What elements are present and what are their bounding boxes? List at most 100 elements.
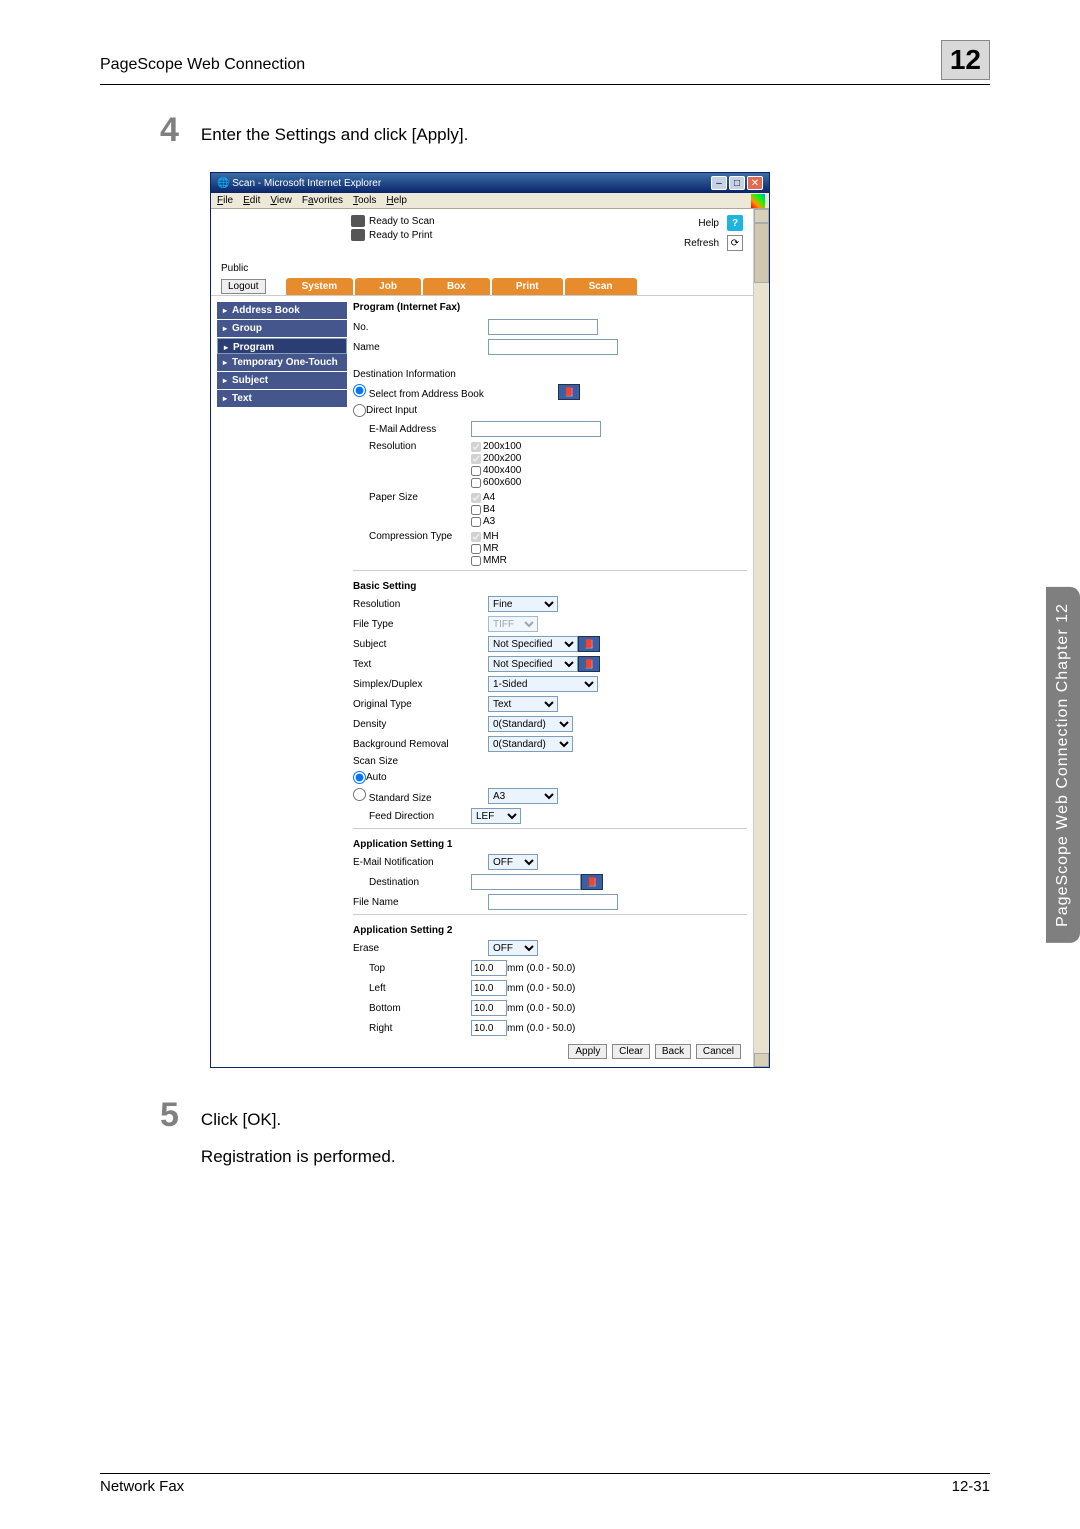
paper-a4[interactable] bbox=[471, 493, 481, 503]
sidebar-item-subject[interactable]: Subject bbox=[217, 372, 347, 390]
email-input[interactable] bbox=[471, 421, 601, 437]
feed-select[interactable]: LEF bbox=[471, 808, 521, 824]
sidebar-item-text[interactable]: Text bbox=[217, 390, 347, 408]
addressbook-icon[interactable]: 📕 bbox=[558, 384, 580, 400]
subject-select[interactable]: Not Specified bbox=[488, 636, 578, 652]
top-input[interactable] bbox=[471, 960, 507, 976]
footer-left: Network Fax bbox=[100, 1478, 184, 1495]
comp-label: Compression Type bbox=[353, 531, 471, 542]
name-input[interactable] bbox=[488, 339, 618, 355]
menu-edit[interactable]: Edit bbox=[243, 195, 260, 206]
scroll-up-icon[interactable] bbox=[754, 209, 769, 223]
bgremoval-select[interactable]: 0(Standard) bbox=[488, 736, 573, 752]
res-400x400[interactable] bbox=[471, 466, 481, 476]
menu-file[interactable]: File bbox=[217, 195, 233, 206]
res-200x100[interactable] bbox=[471, 442, 481, 452]
origtype-select[interactable]: Text bbox=[488, 696, 558, 712]
dest-info-label: Destination Information bbox=[353, 369, 747, 380]
cancel-button[interactable]: Cancel bbox=[696, 1044, 741, 1059]
minimize-icon[interactable]: – bbox=[711, 176, 727, 190]
back-button[interactable]: Back bbox=[655, 1044, 691, 1059]
printer-icon bbox=[351, 229, 365, 241]
sidebar-item-group[interactable]: Group bbox=[217, 320, 347, 338]
ready-scan-label: Ready to Scan bbox=[369, 216, 435, 227]
scroll-down-icon[interactable] bbox=[754, 1053, 769, 1067]
no-label: No. bbox=[353, 322, 488, 333]
tab-print[interactable]: Print bbox=[492, 278, 563, 295]
side-tab: PageScope Web Connection Chapter 12 bbox=[1046, 587, 1080, 943]
subject-book-icon[interactable]: 📕 bbox=[578, 636, 600, 652]
clear-button[interactable]: Clear bbox=[612, 1044, 650, 1059]
paper-b4[interactable] bbox=[471, 505, 481, 515]
chapter-number: 12 bbox=[941, 40, 990, 80]
scansize-std-radio[interactable] bbox=[353, 788, 366, 801]
text-book-icon[interactable]: 📕 bbox=[578, 656, 600, 672]
emailnotif-select[interactable]: OFF bbox=[488, 854, 538, 870]
sidebar-item-temporary[interactable]: Temporary One-Touch bbox=[217, 354, 347, 372]
sidebar-item-program[interactable]: Program bbox=[217, 338, 347, 354]
direct-input-radio[interactable] bbox=[353, 404, 366, 417]
res-200x200[interactable] bbox=[471, 454, 481, 464]
res-select[interactable]: Fine bbox=[488, 596, 558, 612]
dest-book-icon[interactable]: 📕 bbox=[581, 874, 603, 890]
window-title: 🌐 Scan - Microsoft Internet Explorer bbox=[217, 178, 381, 189]
no-input[interactable] bbox=[488, 319, 598, 335]
dest-input[interactable] bbox=[471, 874, 581, 890]
ready-print-label: Ready to Print bbox=[369, 230, 432, 241]
step-5-text: Click [OK]. bbox=[201, 1106, 396, 1133]
email-label: E-Mail Address bbox=[353, 424, 471, 435]
right-input[interactable] bbox=[471, 1020, 507, 1036]
comp-mmr[interactable] bbox=[471, 556, 481, 566]
simplex-select[interactable]: 1-Sided bbox=[488, 676, 598, 692]
stdsize-select[interactable]: A3 bbox=[488, 788, 558, 804]
step-4-text: Enter the Settings and click [Apply]. bbox=[201, 121, 468, 148]
close-icon[interactable]: ✕ bbox=[747, 176, 763, 190]
page-title: PageScope Web Connection bbox=[100, 56, 305, 74]
refresh-link[interactable]: Refresh bbox=[684, 238, 719, 249]
paper-a3[interactable] bbox=[471, 517, 481, 527]
scanner-icon bbox=[351, 215, 365, 227]
ie-window: 🌐 Scan - Microsoft Internet Explorer – □… bbox=[210, 172, 770, 1068]
sidebar-item-address-book[interactable]: Address Book bbox=[217, 302, 347, 320]
apply-button[interactable]: Apply bbox=[568, 1044, 607, 1059]
tab-box[interactable]: Box bbox=[423, 278, 490, 295]
tab-job[interactable]: Job bbox=[355, 278, 421, 295]
logout-button[interactable]: Logout bbox=[221, 279, 266, 294]
menu-tools[interactable]: Tools bbox=[353, 195, 376, 206]
paper-label: Paper Size bbox=[353, 492, 471, 503]
resolution-label: Resolution bbox=[353, 441, 471, 452]
bottom-input[interactable] bbox=[471, 1000, 507, 1016]
app1-header: Application Setting 1 bbox=[353, 839, 747, 850]
step-5-text2: Registration is performed. bbox=[201, 1143, 396, 1170]
comp-mh[interactable] bbox=[471, 532, 481, 542]
text-select[interactable]: Not Specified bbox=[488, 656, 578, 672]
scroll-thumb[interactable] bbox=[754, 223, 769, 283]
step-5-number: 5 bbox=[160, 1098, 179, 1170]
public-label: Public bbox=[221, 263, 743, 274]
scansize-auto-radio[interactable] bbox=[353, 771, 366, 784]
app2-header: Application Setting 2 bbox=[353, 925, 747, 936]
scrollbar[interactable] bbox=[753, 209, 769, 1067]
basic-setting-header: Basic Setting bbox=[353, 581, 747, 592]
select-addressbook-radio[interactable] bbox=[353, 384, 366, 397]
name-label: Name bbox=[353, 342, 488, 353]
menu-view[interactable]: View bbox=[270, 195, 292, 206]
density-select[interactable]: 0(Standard) bbox=[488, 716, 573, 732]
left-input[interactable] bbox=[471, 980, 507, 996]
help-icon[interactable]: ? bbox=[727, 215, 743, 231]
step-4-number: 4 bbox=[160, 113, 179, 148]
tab-system[interactable]: System bbox=[286, 278, 354, 295]
refresh-icon[interactable]: ⟳ bbox=[727, 235, 743, 251]
erase-select[interactable]: OFF bbox=[488, 940, 538, 956]
filename-input[interactable] bbox=[488, 894, 618, 910]
comp-mr[interactable] bbox=[471, 544, 481, 554]
tab-scan[interactable]: Scan bbox=[565, 278, 637, 295]
res-600x600[interactable] bbox=[471, 478, 481, 488]
footer-right: 12-31 bbox=[952, 1478, 990, 1495]
help-link[interactable]: Help bbox=[698, 218, 719, 229]
menu-help[interactable]: Help bbox=[386, 195, 407, 206]
ie-logo-icon bbox=[751, 194, 765, 208]
maximize-icon[interactable]: □ bbox=[729, 176, 745, 190]
filetype-select[interactable]: TIFF bbox=[488, 616, 538, 632]
menu-favorites[interactable]: Favorites bbox=[302, 195, 343, 206]
